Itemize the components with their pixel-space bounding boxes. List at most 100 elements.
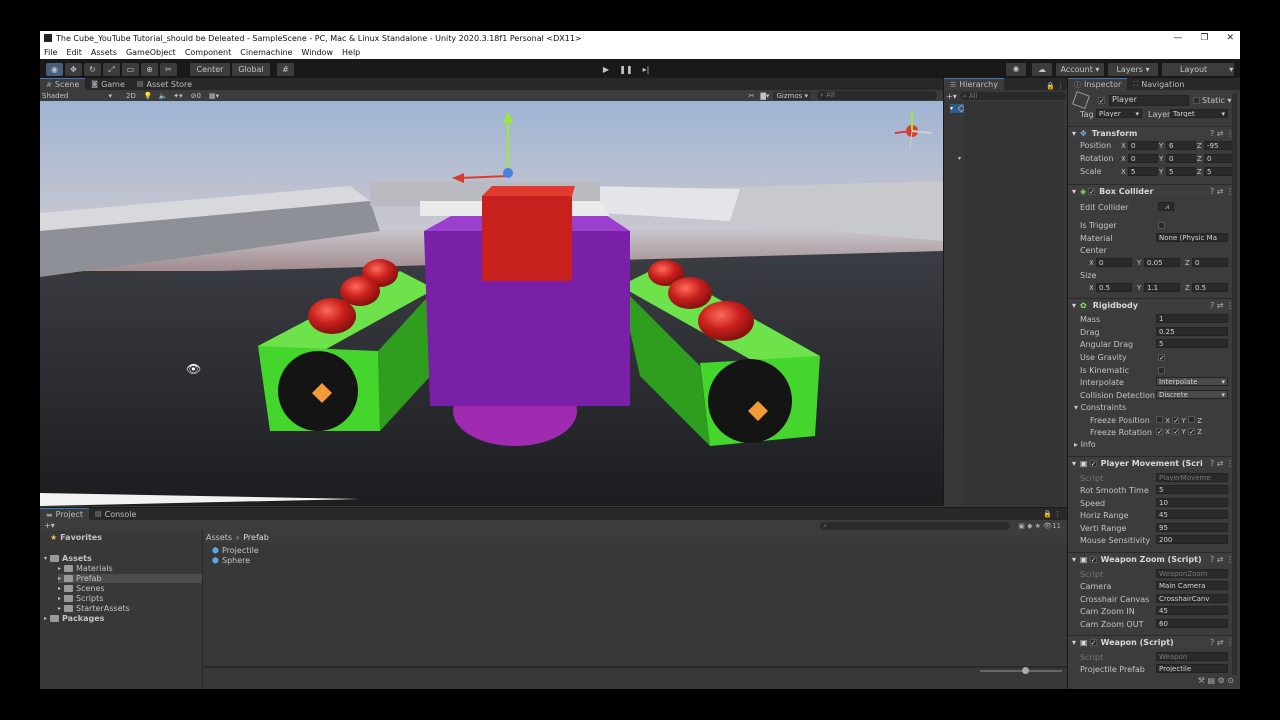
is-trigger-checkbox[interactable] [1158, 222, 1165, 229]
size-y-field[interactable]: 1.1 [1144, 283, 1180, 292]
transform-y-field[interactable]: 0 [1166, 154, 1196, 163]
tab-inspector[interactable]: ⓘ Inspector [1068, 78, 1128, 90]
chevron-down-icon[interactable]: ▾ [950, 105, 956, 112]
project-folder-item[interactable]: ▸ StarterAssets [58, 604, 130, 613]
is-kinematic-checkbox[interactable] [1158, 367, 1165, 374]
play-button[interactable]: ▶ [598, 63, 614, 76]
fx-icon[interactable]: ✦▾ [173, 92, 182, 100]
view-tool-button[interactable]: ◉ [46, 63, 63, 76]
property-value-field[interactable]: 95 [1156, 522, 1228, 532]
property-value-field[interactable]: 0.25 [1156, 326, 1228, 336]
player-movement-enabled-checkbox[interactable]: ✓ [1089, 459, 1097, 467]
menu-gameobject[interactable]: GameObject [126, 48, 176, 57]
tab-hierarchy[interactable]: ☰ Hierarchy [944, 78, 1004, 90]
weapon-header[interactable]: ▾ ▣ ✓ Weapon (Script) ? ⇄ ⋮ [1068, 635, 1238, 648]
move-tool-button[interactable]: ✥ [65, 63, 82, 76]
property-value-field[interactable]: 60 [1156, 618, 1228, 628]
chevron-icon[interactable]: ▸ [58, 595, 61, 602]
light-icon[interactable]: 💡 [144, 92, 153, 100]
menu-component[interactable]: Component [185, 48, 231, 57]
component-menu-icon[interactable]: ? ⇄ ⋮ [1210, 129, 1234, 138]
project-file-item[interactable]: ⬢ Sphere [212, 556, 250, 565]
breadcrumb-prefab[interactable]: Prefab [243, 533, 269, 542]
grid-toggle-icon[interactable]: ▦▾ [209, 92, 219, 100]
property-value-field[interactable]: 1 [1156, 314, 1228, 323]
projectile-prefab-field[interactable]: Projectile [1156, 664, 1228, 673]
minimize-icon[interactable]: — [1173, 31, 1182, 45]
gizmos-dropdown[interactable]: Gizmos ▾ [773, 91, 811, 100]
camera-settings-icon[interactable]: ▇▾ [761, 92, 770, 100]
tag-dropdown[interactable]: Player ▾ [1096, 109, 1142, 118]
project-search-input[interactable]: ⌕ [820, 521, 1011, 530]
chevron-icon[interactable]: ▸ [58, 565, 61, 572]
project-folder-item[interactable]: ▸ Materials [58, 564, 113, 573]
interpolate-dropdown[interactable]: Interpolate ▾ [1156, 377, 1228, 386]
menu-assets[interactable]: Assets [91, 48, 117, 57]
component-menu-icon[interactable]: ? ⇄ ⋮ [1210, 301, 1234, 310]
lock-icon[interactable]: 🔒 ⋮ [1043, 510, 1061, 518]
create-asset-icon[interactable]: +▾ [44, 521, 55, 530]
chevron-icon[interactable]: ▸ [58, 575, 61, 582]
tab-navigation[interactable]: ⛶ Navigation [1127, 78, 1190, 90]
project-folder-item[interactable]: ▾ Assets [44, 554, 92, 563]
constraints-foldout[interactable]: ▾ Constraints [1074, 403, 1126, 412]
menu-file[interactable]: File [44, 48, 57, 57]
property-value-field[interactable]: 5 [1156, 339, 1228, 348]
transform-header[interactable]: ▾ ✥ Transform ? ⇄ ⋮ [1068, 126, 1238, 139]
space-global-toggle[interactable]: Global [232, 63, 270, 76]
property-value-field[interactable]: 5 [1156, 485, 1228, 494]
favorites-item[interactable]: ★ Favorites [50, 533, 102, 542]
project-folder-item[interactable]: ▸ Packages [44, 614, 104, 623]
hierarchy-search-input[interactable]: ⌕ All [959, 92, 1066, 100]
property-value-field[interactable]: 10 [1156, 497, 1228, 507]
transform-tool-button[interactable]: ⊕ [141, 63, 158, 76]
size-z-field[interactable]: 0.5 [1192, 283, 1228, 292]
active-checkbox[interactable]: ✓ [1098, 97, 1105, 105]
property-value-field[interactable]: CrosshairCanv [1156, 593, 1228, 603]
lock-icon[interactable]: 🔒 ⋮ [1046, 82, 1064, 90]
info-foldout[interactable]: ▸ Info [1074, 440, 1096, 449]
layers-dropdown[interactable]: Layers ▾ [1108, 63, 1158, 76]
weapon-script-field[interactable]: Weapon [1156, 652, 1228, 661]
icon-size-slider-thumb[interactable] [1022, 667, 1029, 674]
inspector-scrollbar[interactable] [1232, 93, 1237, 675]
icon-size-slider[interactable] [980, 670, 1062, 672]
scale-tool-button[interactable]: ⤢ [103, 63, 120, 76]
size-x-field[interactable]: 0.5 [1096, 283, 1132, 292]
chevron-icon[interactable]: ▸ [44, 615, 47, 622]
add-icon[interactable]: +▾ [946, 92, 957, 101]
tab-project[interactable]: ▬ Project [40, 508, 89, 520]
weapon-zoom-header[interactable]: ▾ ▣ ✓ Weapon Zoom (Script) ? ⇄ ⋮ [1068, 552, 1238, 565]
weapon-zoom-script-field[interactable]: WeaponZoom [1156, 569, 1228, 578]
chevron-icon[interactable]: ▸ [58, 585, 61, 592]
edit-collider-button[interactable]: ⩘ [1158, 202, 1174, 211]
layer-dropdown[interactable]: Target ▾ [1170, 109, 1228, 118]
2d-toggle[interactable]: 2D [126, 92, 136, 100]
maximize-icon[interactable]: ❐ [1200, 31, 1208, 45]
step-button[interactable]: ▸| [638, 63, 654, 76]
chevron-icon[interactable]: ▸ [58, 605, 61, 612]
box-collider-header[interactable]: ▾ ◈ ✓ Box Collider ? ⇄ ⋮ [1068, 184, 1238, 197]
property-value-field[interactable]: 45 [1156, 606, 1228, 615]
scene-viewport[interactable]: 👁 [40, 101, 943, 506]
freeze-position-checkboxes[interactable]: X ✓ Y Z [1156, 416, 1202, 425]
custom-tool-button[interactable]: ✂ [160, 63, 177, 76]
project-file-item[interactable]: ⬢ Projectile [212, 546, 259, 555]
project-filter-icons[interactable]: ▣ ◆ ★ 👁11 [1018, 522, 1061, 530]
center-x-field[interactable]: 0 [1096, 258, 1132, 267]
tab-asset-store[interactable]: ▤ Asset Store [131, 78, 198, 90]
grid-snap-button[interactable]: # [277, 63, 294, 76]
tools-icon[interactable]: ✂ [749, 92, 755, 100]
static-checkbox[interactable] [1193, 97, 1200, 104]
property-value-field[interactable]: Main Camera [1156, 581, 1228, 590]
menu-edit[interactable]: Edit [66, 48, 82, 57]
material-field[interactable]: None (Physic Ma [1156, 233, 1228, 242]
audio-icon[interactable]: 🔈 [159, 92, 168, 100]
menu-window[interactable]: Window [301, 48, 333, 57]
pivot-center-toggle[interactable]: Center [190, 63, 230, 76]
property-value-field[interactable]: 200 [1156, 535, 1228, 544]
project-folder-item[interactable]: ▸ Scripts [58, 594, 103, 603]
project-folder-item[interactable]: ▸ Prefab [58, 574, 202, 583]
shading-mode-dropdown[interactable]: Shaded ▾ [42, 92, 112, 100]
project-folder-item[interactable]: ▸ Scenes [58, 584, 105, 593]
